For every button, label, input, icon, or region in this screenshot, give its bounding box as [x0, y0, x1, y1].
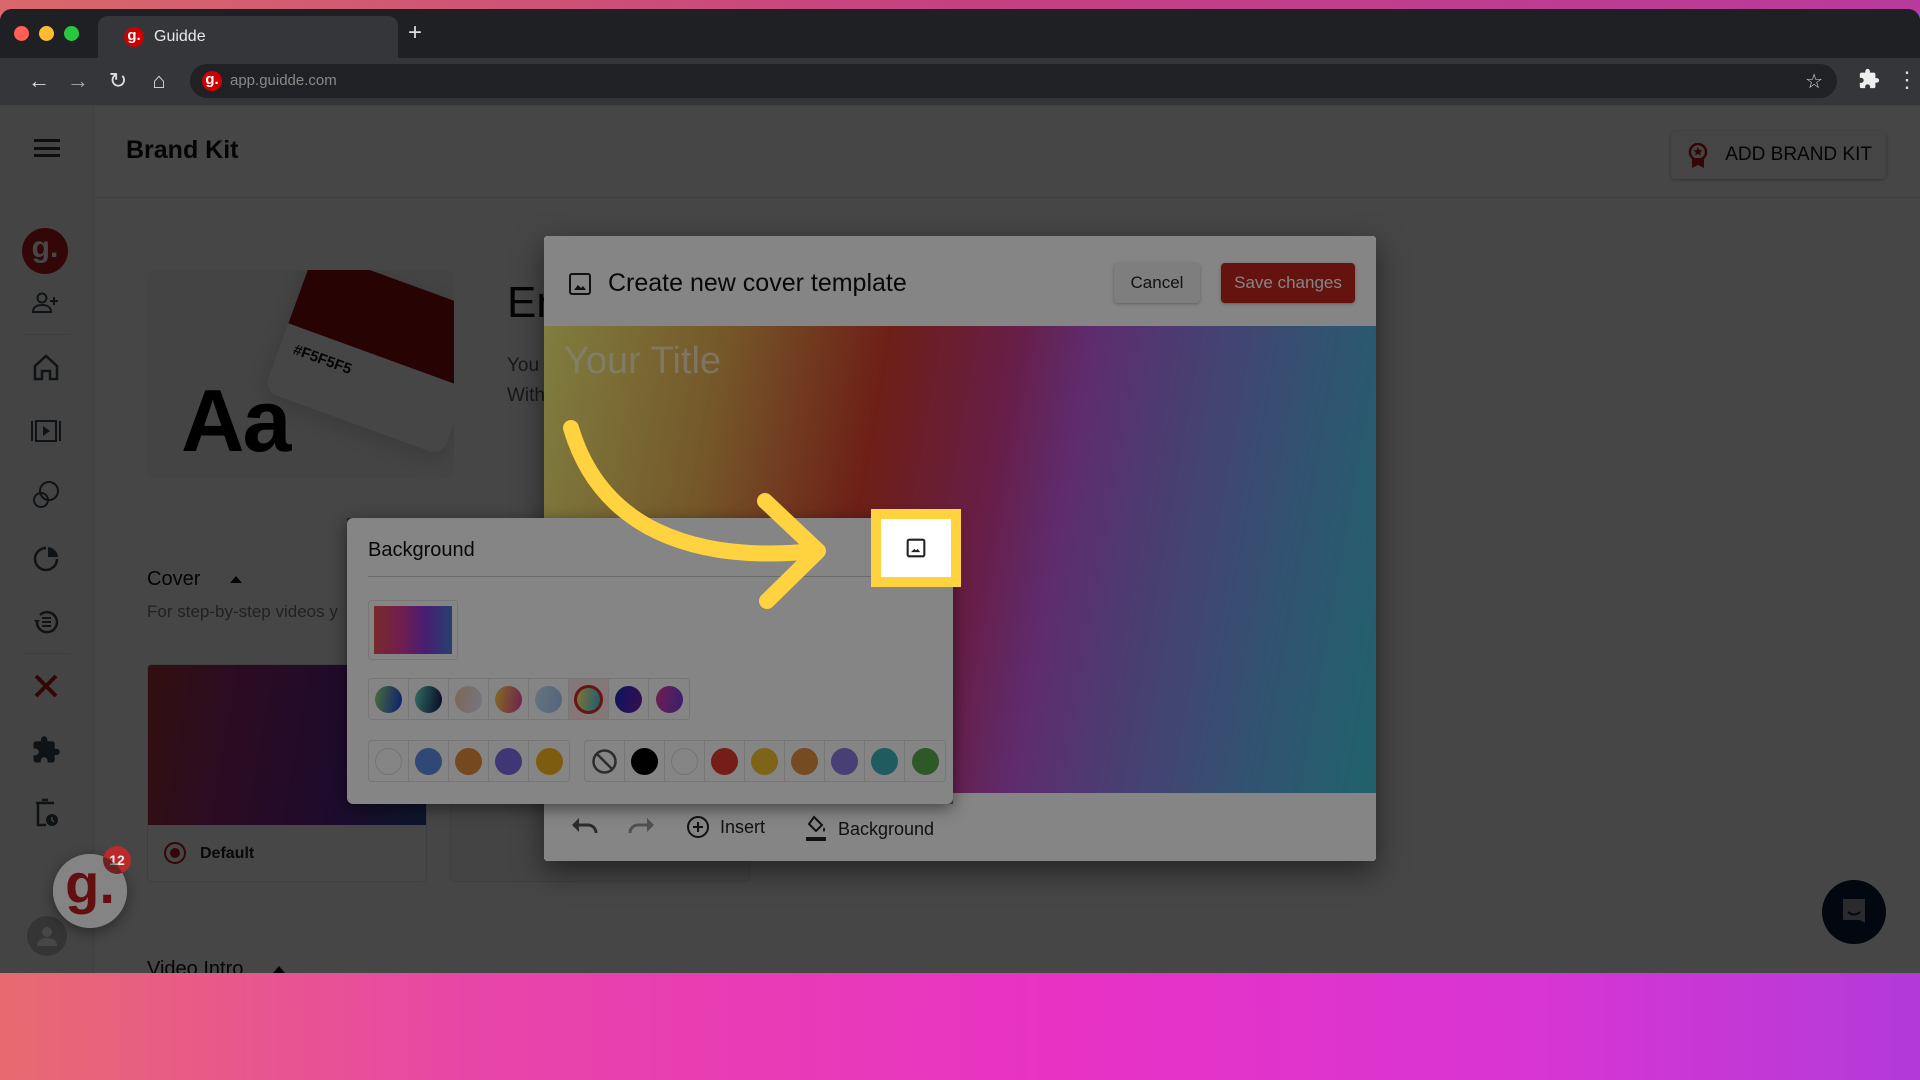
current-background-preview: [368, 600, 458, 660]
guidde-favicon-icon: g.: [124, 27, 144, 47]
color-dot: [415, 747, 442, 775]
dialog-title: Create new cover template: [608, 269, 907, 297]
new-tab-button[interactable]: +: [408, 21, 422, 45]
maximize-window-button[interactable]: [64, 26, 79, 41]
redo-button[interactable]: [626, 815, 656, 837]
brand-color-swatch[interactable]: [369, 741, 409, 781]
save-changes-button[interactable]: Save changes: [1221, 263, 1355, 303]
redo-icon: [628, 818, 654, 834]
url-text: app.guidde.com: [230, 72, 337, 89]
address-bar[interactable]: g. app.guidde.com ☆: [190, 64, 1837, 98]
minimize-window-button[interactable]: [39, 26, 54, 41]
undo-button[interactable]: [570, 815, 600, 837]
back-arrow-icon[interactable]: ←: [26, 69, 52, 93]
insert-button[interactable]: Insert: [686, 815, 765, 839]
color-dot: [751, 747, 778, 775]
color-dot: [574, 684, 603, 714]
upload-image-button[interactable]: [881, 519, 951, 577]
gradient-swatch[interactable]: [409, 679, 449, 719]
color-dot: [495, 747, 522, 775]
gradient-swatch[interactable]: [649, 679, 689, 719]
color-dot: [535, 747, 563, 775]
tab-title: Guidde: [154, 28, 206, 45]
browser-menu-icon[interactable]: ⋮: [1896, 67, 1918, 93]
browser-window: g. Guidde + ← → ↻ ⌂ g. app.guidde.com ☆ …: [0, 9, 1920, 973]
solid-color-swatch[interactable]: [585, 741, 625, 781]
brand-color-swatch[interactable]: [529, 741, 569, 781]
solid-color-swatch[interactable]: [625, 741, 665, 781]
color-dot: [375, 685, 402, 713]
guidde-assistant-bubble[interactable]: g. 12: [53, 846, 131, 928]
add-circle-icon: [687, 816, 709, 838]
solid-color-swatch[interactable]: [785, 741, 825, 781]
site-favicon-icon: g.: [202, 71, 222, 91]
color-dot: [711, 747, 738, 775]
notification-badge: 12: [103, 846, 131, 874]
color-dot: [655, 685, 683, 713]
gradient-swatches: [368, 678, 690, 720]
gradient-swatch[interactable]: [449, 679, 489, 719]
color-dot: [535, 685, 562, 713]
reload-icon[interactable]: ↻: [105, 69, 131, 93]
background-picker-popover: Background: [347, 518, 953, 804]
extensions-puzzle-icon[interactable]: [1858, 68, 1880, 96]
background-button[interactable]: Background: [804, 815, 934, 843]
color-dot: [631, 747, 658, 775]
gradient-swatch[interactable]: [569, 679, 609, 719]
image-icon: [569, 273, 591, 295]
brand-color-swatches: [368, 740, 570, 782]
cancel-button[interactable]: Cancel: [1114, 263, 1200, 303]
image-icon: [906, 538, 926, 558]
dialog-header: Create new cover template Cancel Save ch…: [544, 236, 1376, 326]
color-dot: [375, 747, 402, 775]
gradient-swatch[interactable]: [529, 679, 569, 719]
solid-color-swatch[interactable]: [905, 741, 945, 781]
color-dot: [415, 685, 442, 713]
brand-color-swatch[interactable]: [489, 741, 529, 781]
solid-color-swatch[interactable]: [705, 741, 745, 781]
popover-title: Background: [368, 539, 475, 561]
color-dot: [455, 747, 482, 775]
brand-color-swatch[interactable]: [409, 741, 449, 781]
browser-toolbar: ← → ↻ ⌂ g. app.guidde.com ☆ ⋮: [0, 58, 1920, 106]
paint-bucket-icon: [806, 815, 826, 841]
solid-color-swatch[interactable]: [745, 741, 785, 781]
bookmark-star-icon[interactable]: ☆: [1805, 69, 1823, 94]
cover-title-text[interactable]: Your Title: [564, 340, 721, 383]
browser-tab[interactable]: g. Guidde: [98, 16, 398, 58]
highlight-annotation: [871, 509, 961, 587]
color-dot: [831, 747, 858, 775]
brand-color-swatch[interactable]: [449, 741, 489, 781]
gradient-swatch[interactable]: [489, 679, 529, 719]
solid-color-swatch[interactable]: [865, 741, 905, 781]
popover-divider: [368, 576, 928, 577]
color-dot: [495, 685, 522, 713]
no-color-icon: [591, 748, 618, 775]
color-dot: [671, 747, 698, 775]
color-dot: [615, 685, 642, 713]
close-window-button[interactable]: [14, 26, 29, 41]
color-dot: [911, 747, 939, 775]
color-dot: [791, 747, 818, 775]
solid-color-swatch[interactable]: [825, 741, 865, 781]
gradient-swatch[interactable]: [609, 679, 649, 719]
tab-bar: g. Guidde +: [0, 9, 1920, 58]
gradient-swatch[interactable]: [369, 679, 409, 719]
home-icon[interactable]: ⌂: [146, 69, 172, 93]
solid-color-swatch[interactable]: [665, 741, 705, 781]
color-dot: [455, 685, 482, 713]
app-page: g. 12 Create new cover template Cancel S…: [0, 106, 1920, 973]
color-dot: [871, 747, 898, 775]
solid-color-swatches: [584, 740, 946, 782]
forward-arrow-icon[interactable]: →: [65, 69, 91, 93]
undo-icon: [572, 818, 598, 834]
